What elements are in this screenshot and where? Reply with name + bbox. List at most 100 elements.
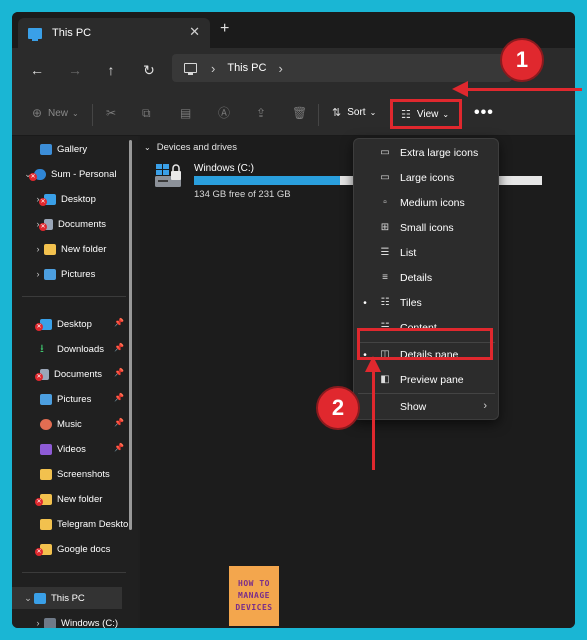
details-icon: ≡ (382, 272, 388, 283)
more-options-icon[interactable]: ••• (474, 104, 494, 122)
sidebar-item-desktop[interactable]: ✕ Desktop 📌 (12, 313, 128, 335)
pin-icon[interactable]: 📌 (114, 368, 124, 377)
annotation-arrow-horizontal (466, 88, 582, 91)
cloud-icon: ✕ (29, 168, 46, 181)
cut-icon[interactable]: ✂ (106, 106, 120, 120)
this-pc-icon (34, 592, 46, 604)
up-arrow-icon[interactable]: ↑ (102, 62, 120, 78)
annotation-badge-1: 1 (500, 38, 544, 82)
folder-icon: ✕ (35, 493, 52, 506)
sidebar-item-documents[interactable]: ✕ Documents 📌 (12, 363, 128, 385)
sidebar-divider (22, 296, 126, 297)
tab-this-pc[interactable]: This PC ✕ (18, 18, 210, 48)
folder-icon (44, 243, 56, 255)
windows-drive-icon (155, 164, 181, 187)
new-button[interactable]: ⊕ New ⌄ (30, 106, 79, 120)
menu-divider (358, 393, 495, 394)
delete-icon[interactable]: 🗑 (292, 106, 307, 120)
music-icon (40, 418, 52, 430)
share-icon[interactable]: ⇪ (256, 106, 270, 120)
error-icon: ✕ (39, 197, 47, 206)
command-bar: ⊕ New ⌄ ✂ ⧉ ▤ Ⓐ ⇪ 🗑 ⇅ Sort ⌄ ☷ View ⌄ ••… (12, 94, 575, 136)
sort-button[interactable]: ⇅ Sort ⌄ (332, 106, 376, 119)
chevron-right-icon[interactable]: › (278, 61, 282, 76)
pin-icon[interactable]: 📌 (114, 318, 124, 327)
document-icon: ✕ (35, 368, 49, 381)
sidebar-item-windows-c[interactable]: › Windows (C:) (12, 612, 128, 628)
chevron-right-icon[interactable]: › (32, 269, 44, 279)
sidebar-item-pictures[interactable]: Pictures 📌 (12, 388, 128, 410)
chevron-right-icon: › (483, 400, 487, 412)
menu-item-small-icons[interactable]: ⊞ Small icons (358, 216, 495, 240)
sidebar-item-label: Music (57, 418, 82, 430)
rename-icon[interactable]: Ⓐ (218, 106, 232, 120)
sidebar-item-onedrive[interactable]: ⌄ ✕ Sum - Personal (12, 163, 128, 185)
close-icon[interactable]: ✕ (189, 24, 200, 40)
error-icon: ✕ (29, 172, 37, 181)
sidebar-item-pictures-onedrive[interactable]: › Pictures (12, 263, 128, 285)
sidebar-item-telegram[interactable]: Telegram Desktop (12, 513, 128, 535)
sidebar-item-desktop-onedrive[interactable]: › ✕ Desktop (12, 188, 128, 210)
sidebar-item-label: Gallery (57, 143, 88, 155)
sidebar-item-new-folder-onedrive[interactable]: › New folder (12, 238, 128, 260)
sidebar-item-music[interactable]: Music 📌 (12, 413, 128, 435)
folder-icon (40, 468, 52, 480)
sidebar-item-label: Documents (54, 368, 103, 380)
menu-item-extra-large-icons[interactable]: ▭ Extra large icons (358, 141, 495, 165)
monitor-small-icon: ▫ (383, 197, 387, 208)
monitor-icon (184, 63, 197, 75)
sidebar-scrollbar[interactable] (129, 140, 132, 530)
sidebar-item-label: Desktop (57, 318, 92, 330)
menu-item-medium-icons[interactable]: ▫ Medium icons (358, 191, 495, 215)
pin-icon[interactable]: 📌 (114, 343, 124, 352)
menu-item-label: Details (400, 272, 433, 284)
sidebar-item-documents-onedrive[interactable]: › ✕ Documents (12, 213, 128, 235)
desktop-icon: ✕ (39, 193, 56, 206)
videos-icon (40, 443, 52, 455)
group-header[interactable]: ⌄ Devices and drives (144, 142, 237, 153)
breadcrumb-this-pc[interactable]: This PC (227, 62, 266, 74)
drive-name[interactable]: Windows (C:) (194, 163, 254, 174)
folder-icon: ✕ (35, 543, 52, 556)
download-icon: ⭳ (40, 342, 44, 355)
monitor-icon: ▭ (380, 172, 390, 183)
menu-item-tiles[interactable]: • ☷ Tiles (358, 291, 495, 315)
list-icon: ☰ (380, 247, 390, 258)
forward-arrow-icon[interactable]: → (66, 62, 84, 78)
menu-item-show[interactable]: Show › (358, 395, 495, 419)
desktop-icon: ✕ (35, 318, 52, 331)
chevron-down-icon: ⌄ (144, 143, 151, 152)
sidebar-item-screenshots[interactable]: Screenshots (12, 463, 128, 485)
sidebar-item-label: Telegram Desktop (57, 518, 128, 530)
chevron-right-icon[interactable]: › (211, 61, 215, 76)
chevron-right-icon[interactable]: › (32, 244, 44, 254)
menu-item-details[interactable]: ≡ Details (358, 266, 495, 290)
view-button[interactable]: ☷ View ⌄ (390, 99, 462, 129)
sidebar-item-downloads[interactable]: ⭳ Downloads 📌 (12, 338, 128, 360)
copy-icon[interactable]: ⧉ (142, 106, 156, 120)
pin-icon[interactable]: 📌 (114, 393, 124, 402)
sidebar-item-gallery[interactable]: Gallery (12, 138, 128, 160)
pin-icon[interactable]: 📌 (114, 443, 124, 452)
back-arrow-icon[interactable]: ← (28, 62, 46, 78)
new-tab-button[interactable]: + (220, 20, 229, 38)
menu-item-list[interactable]: ☰ List (358, 241, 495, 265)
logo-line-1: HOW TO (238, 579, 270, 588)
sidebar-item-google-docs[interactable]: ✕ Google docs (12, 538, 128, 560)
menu-item-large-icons[interactable]: ▭ Large icons (358, 166, 495, 190)
menu-item-label: Small icons (400, 222, 454, 234)
sidebar-item-videos[interactable]: Videos 📌 (12, 438, 128, 460)
pin-icon[interactable]: 📌 (114, 418, 124, 427)
toolbar-divider (92, 104, 93, 126)
chevron-down-icon[interactable]: ⌄ (22, 593, 34, 604)
chevron-right-icon[interactable]: › (32, 618, 44, 628)
address-bar[interactable]: › This PC › (172, 54, 512, 82)
toolbar-divider (318, 104, 319, 126)
sidebar-item-new-folder[interactable]: ✕ New folder (12, 488, 128, 510)
refresh-icon[interactable]: ↻ (140, 62, 158, 79)
error-icon: ✕ (35, 497, 43, 506)
paste-icon[interactable]: ▤ (180, 106, 194, 120)
drive-usage-fill (194, 176, 341, 185)
error-icon: ✕ (35, 322, 43, 331)
sidebar-item-this-pc[interactable]: ⌄ This PC (12, 587, 122, 609)
